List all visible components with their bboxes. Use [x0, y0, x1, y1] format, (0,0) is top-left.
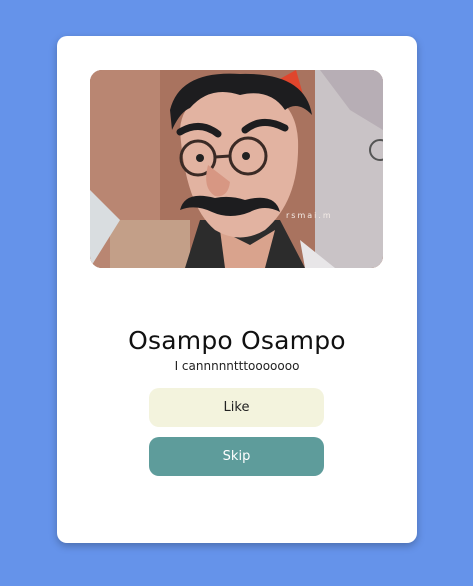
profile-name: Osampo Osampo: [128, 326, 346, 355]
like-button[interactable]: Like: [149, 388, 324, 427]
profile-photo-illustration: rsmai.m: [90, 70, 383, 268]
photo-watermark: rsmai.m: [286, 211, 333, 220]
profile-bio: I cannnnntttooooooo: [174, 359, 300, 373]
profile-photo: rsmai.m: [90, 70, 383, 268]
profile-card: rsmai.m Osampo Osampo I cannnnntttoooooo…: [57, 36, 417, 543]
skip-button[interactable]: Skip: [149, 437, 324, 476]
